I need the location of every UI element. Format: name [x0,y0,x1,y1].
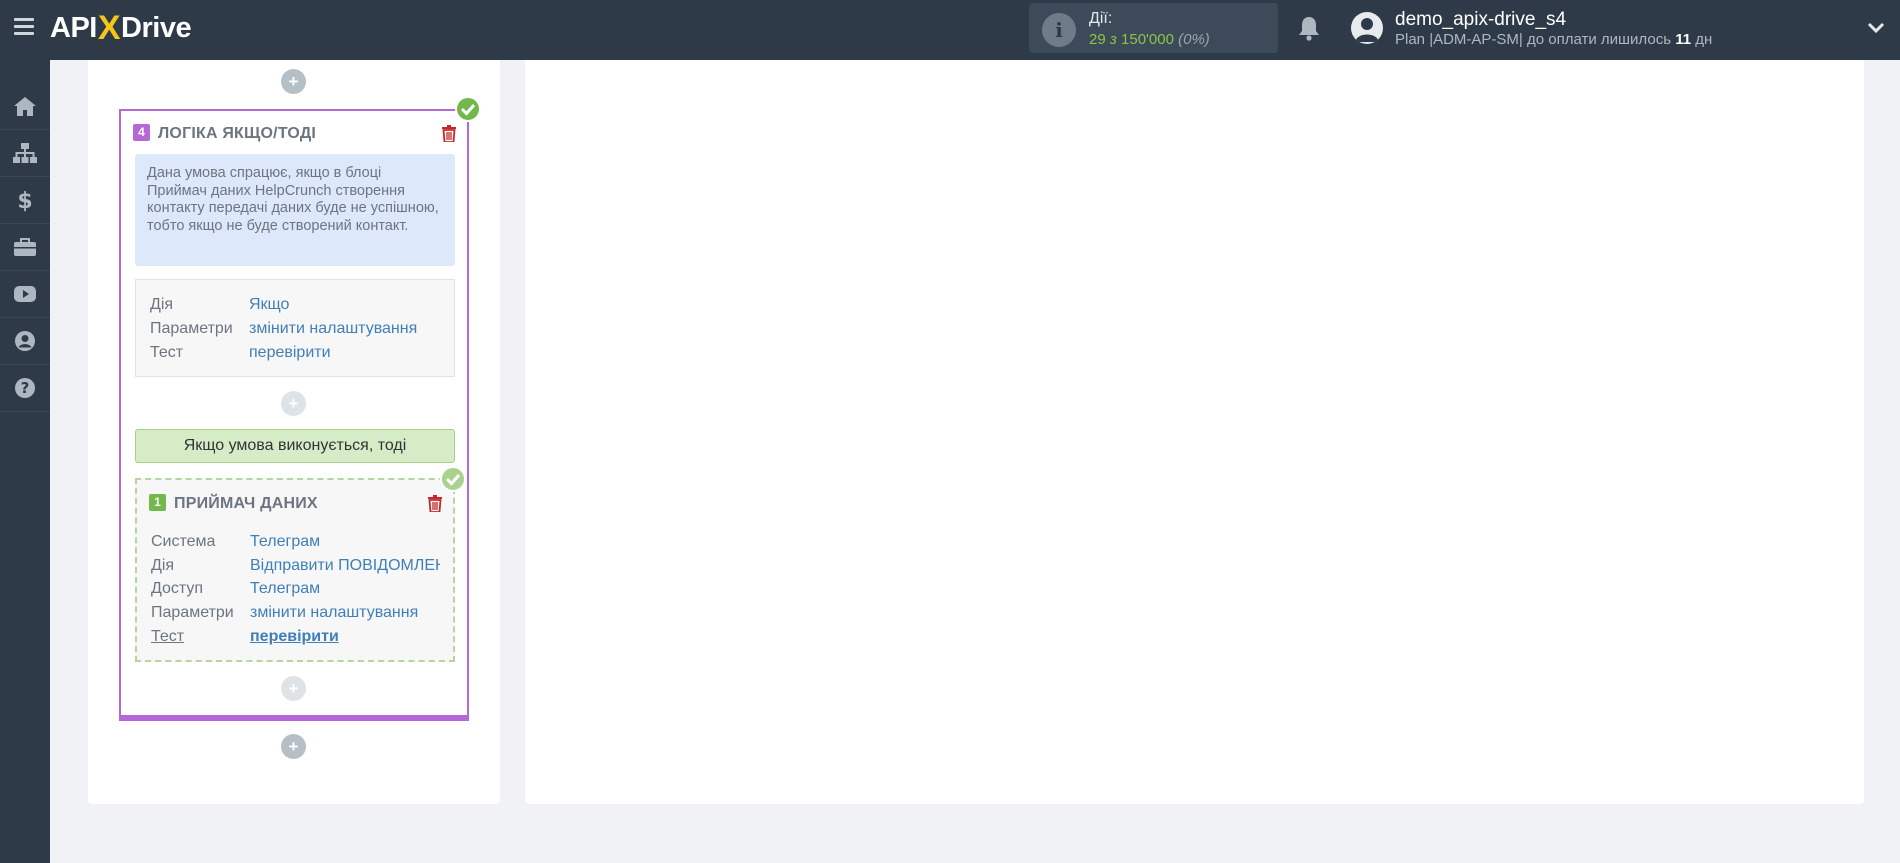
logic-note: Дана умова спрацює, якщо в блоці Приймач… [135,154,455,266]
plan-prefix: Plan |ADM-AP-SM| до оплати лишилось [1395,31,1676,48]
menu-icon[interactable] [14,18,34,36]
trash-icon[interactable] [442,125,456,142]
logic-block-title: ЛОГІКА ЯКЩО/ТОДІ [158,125,317,142]
prop-label: Тест [151,628,185,645]
bell-icon[interactable] [1298,15,1320,41]
receiver-block-number: 1 [149,494,166,511]
sidebar-item-help[interactable]: ? [0,365,50,412]
receiver-block[interactable]: 1 ПРИЙМАЧ ДАНИХ Система Телеграм Дія Від… [135,478,455,662]
sidebar-item-account[interactable] [0,318,50,365]
chevron-down-icon[interactable] [1867,21,1885,35]
plan-suffix: дн [1691,31,1713,48]
svg-text:?: ? [21,379,30,397]
actions-count: 29 з 150'000 (0%) [1089,31,1210,48]
actions-counter[interactable]: i Дії: 29 з 150'000 (0%) [1029,3,1278,53]
dollar-icon: $ [17,189,32,212]
actions-of: з [1109,31,1117,48]
home-icon [14,97,36,116]
action-link[interactable]: Якщо [249,296,289,314]
logo-suffix: Drive [121,11,192,44]
sidebar-item-billing[interactable]: $ [0,177,50,224]
actions-label: Дії: [1089,10,1113,27]
actions-pct: (0%) [1178,31,1210,48]
trash-icon[interactable] [428,495,442,512]
test-link[interactable]: перевірити [250,628,440,646]
add-step-button[interactable]: + [281,734,306,759]
info-icon: i [1042,13,1076,47]
access-link[interactable]: Телеграм [250,580,440,598]
prop-label: Система [151,533,216,550]
check-icon [455,96,481,122]
add-step-button[interactable]: + [281,391,306,416]
sitemap-icon [13,143,37,163]
prop-label: Доступ [151,580,204,597]
sidebar: $ ? [0,60,50,863]
prop-label: Дія [150,296,174,313]
prop-label: Параметри [150,320,233,337]
logic-block[interactable]: 4 ЛОГІКА ЯКЩО/ТОДІ Дана умова спрацює, я… [119,109,469,721]
logic-properties: Дія Якщо Параметри змінити налаштування … [135,279,455,377]
condition-bar: Якщо умова виконується, тоді [135,429,455,463]
prop-label: Параметри [151,604,234,621]
actions-total: 150'000 [1121,31,1174,48]
sidebar-item-connections[interactable] [0,130,50,177]
logo-x: X [97,8,121,47]
top-bar: API X Drive i Дії: 29 з 150'000 (0%) demo_… [0,0,1900,60]
receiver-block-title: ПРИЙМАЧ ДАНИХ [174,495,318,512]
briefcase-icon [14,238,36,256]
prop-label: Дія [151,557,175,574]
params-link[interactable]: змінити налаштування [249,320,417,338]
params-link[interactable]: змінити налаштування [250,604,440,622]
user-name[interactable]: demo_apix-drive_s4 [1395,9,1566,31]
test-link[interactable]: перевірити [249,344,331,362]
logic-block-number: 4 [133,124,150,141]
logo-prefix: API [50,11,97,44]
actions-used: 29 [1089,31,1106,48]
svg-text:$: $ [17,189,32,212]
sidebar-item-video[interactable] [0,271,50,318]
user-plan: Plan |ADM-AP-SM| до оплати лишилось 11 д… [1395,31,1712,48]
add-step-button[interactable]: + [281,69,306,94]
settings-panel [525,60,1864,804]
help-icon: ? [15,378,35,398]
user-icon [15,331,35,351]
sidebar-item-projects[interactable] [0,224,50,271]
add-step-button[interactable]: + [281,676,306,701]
check-icon [440,466,466,492]
plan-days: 11 [1675,31,1692,48]
prop-label: Тест [150,344,184,361]
avatar[interactable] [1351,12,1383,44]
system-link[interactable]: Телеграм [250,533,440,551]
logo[interactable]: API X Drive [50,8,192,48]
action-link[interactable]: Відправити ПОВІДОМЛЕННЯ [250,557,440,575]
youtube-icon [14,286,36,302]
sidebar-item-home[interactable] [0,83,50,130]
